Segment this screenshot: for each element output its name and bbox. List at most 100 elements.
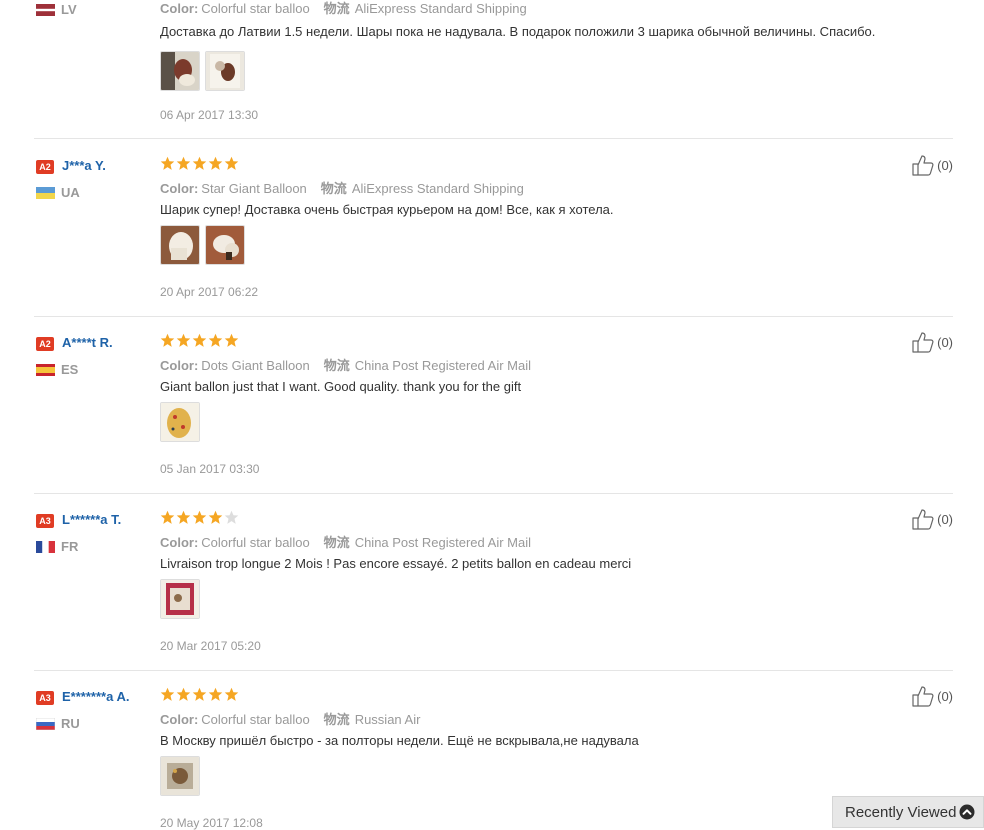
review-photos (160, 579, 200, 619)
shipping-label: 物流 (323, 535, 350, 550)
review-photo[interactable] (205, 225, 245, 265)
review-photos (160, 402, 200, 442)
chevron-up-icon (959, 804, 975, 820)
helpful-button[interactable]: (0) (911, 154, 953, 176)
recently-viewed-bar[interactable]: Recently Viewed (832, 796, 984, 828)
flag-spain-icon (36, 364, 55, 376)
shipping-value: AliExpress Standard Shipping (351, 181, 524, 196)
star-icon (208, 156, 223, 170)
review-photo[interactable] (160, 402, 200, 442)
review-date: 20 Apr 2017 06:22 (160, 285, 259, 299)
review-photos (160, 51, 245, 91)
helpful-count: (0) (937, 157, 953, 173)
review-photo[interactable] (205, 51, 245, 91)
product-attributes: Color: Colorful star balloo 物流 Russian A… (160, 709, 420, 728)
star-icon (160, 687, 175, 701)
flag-ukraine-icon (36, 187, 55, 199)
review-item: A3 L******a T. FR Color: Colorful star b… (34, 509, 953, 671)
thumbs-up-icon (912, 155, 934, 176)
star-icon (176, 333, 191, 347)
buyer-name[interactable]: E*******a A. (62, 689, 129, 704)
review-photo[interactable] (160, 579, 200, 619)
star-icon (192, 687, 207, 701)
star-icon (176, 687, 191, 701)
shipping-value: AliExpress Standard Shipping (354, 1, 527, 16)
flag-france-icon (36, 541, 55, 553)
star-rating (160, 156, 239, 171)
product-attributes: Color: Colorful star balloo 物流 China Pos… (160, 532, 531, 551)
star-icon (224, 333, 239, 347)
review-text: Шарик супер! Доставка очень быстрая курь… (160, 202, 614, 217)
buyer-level-badge: A2 (36, 160, 54, 174)
product-attributes: Color: Dots Giant Balloon 物流 China Post … (160, 355, 531, 374)
buyer-level-badge: A3 (36, 691, 54, 705)
color-value: Colorful star balloo (201, 712, 310, 727)
helpful-count: (0) (937, 511, 953, 527)
shipping-value: China Post Registered Air Mail (354, 358, 532, 373)
buyer-name[interactable]: L******a T. (62, 512, 121, 527)
color-label: Color: (160, 1, 199, 16)
review-date: 20 Mar 2017 05:20 (160, 639, 261, 653)
review-text: Giant ballon just that I want. Good qual… (160, 379, 522, 394)
color-label: Color: (160, 181, 199, 196)
review-text: В Москву пришёл быстро - за полторы неде… (160, 733, 639, 748)
buyer-level-badge: A3 (36, 514, 54, 528)
review-date: 05 Jan 2017 03:30 (160, 462, 260, 476)
star-icon (160, 333, 175, 347)
product-attributes: Color: Colorful star balloo 物流 AliExpres… (160, 0, 527, 17)
recently-viewed-label: Recently Viewed (845, 803, 957, 821)
star-icon (176, 156, 191, 170)
star-icon (208, 333, 223, 347)
star-rating (160, 510, 239, 525)
review-photo[interactable] (160, 225, 200, 265)
review-photo[interactable] (160, 756, 200, 796)
star-icon (224, 687, 239, 701)
star-icon (192, 333, 207, 347)
star-icon (208, 687, 223, 701)
star-icon (176, 510, 191, 524)
star-empty-icon (224, 510, 239, 524)
shipping-label: 物流 (320, 181, 347, 196)
buyer-name[interactable]: J***a Y. (62, 158, 106, 173)
buyer-country: UA (61, 185, 80, 200)
review-item: A3 E*******a A. RU Color: Colorful star … (34, 686, 953, 830)
review-item: LV Color: Colorful star balloo 物流 AliExp… (34, 1, 953, 139)
color-value: Colorful star balloo (201, 1, 310, 16)
color-value: Dots Giant Balloon (201, 358, 310, 373)
helpful-count: (0) (937, 688, 953, 704)
color-label: Color: (160, 535, 199, 550)
color-label: Color: (160, 712, 199, 727)
shipping-value: Russian Air (354, 712, 421, 727)
shipping-label: 物流 (323, 358, 350, 373)
buyer-level-badge: A2 (36, 337, 54, 351)
star-rating (160, 687, 239, 702)
helpful-button[interactable]: (0) (911, 685, 953, 707)
buyer-country: RU (61, 716, 80, 731)
thumbs-up-icon (912, 686, 934, 707)
review-text: Доставка до Латвии 1.5 недели. Шары пока… (160, 24, 876, 39)
helpful-count: (0) (937, 334, 953, 350)
review-photos (160, 225, 245, 265)
thumbs-up-icon (912, 332, 934, 353)
helpful-button[interactable]: (0) (911, 331, 953, 353)
review-item: A2 A****t R. ES Color: Dots Giant Balloo… (34, 332, 953, 494)
buyer-country: ES (61, 362, 79, 377)
star-icon (160, 156, 175, 170)
color-label: Color: (160, 358, 199, 373)
review-photo[interactable] (160, 51, 200, 91)
shipping-label: 物流 (323, 1, 350, 16)
helpful-button[interactable]: (0) (911, 508, 953, 530)
flag-latvia-icon (36, 4, 55, 16)
shipping-label: 物流 (323, 712, 350, 727)
color-value: Star Giant Balloon (201, 181, 307, 196)
buyer-name[interactable]: A****t R. (62, 335, 113, 350)
star-icon (224, 156, 239, 170)
buyer-country: FR (61, 539, 79, 554)
buyer-country: LV (61, 2, 77, 17)
review-date: 06 Apr 2017 13:30 (160, 108, 259, 122)
review-text: Livraison trop longue 2 Mois ! Pas encor… (160, 556, 632, 571)
thumbs-up-icon (912, 509, 934, 530)
flag-russia-icon (36, 718, 55, 730)
review-item: A2 J***a Y. UA Color: Star Giant Balloon… (34, 155, 953, 317)
review-photos (160, 756, 200, 796)
